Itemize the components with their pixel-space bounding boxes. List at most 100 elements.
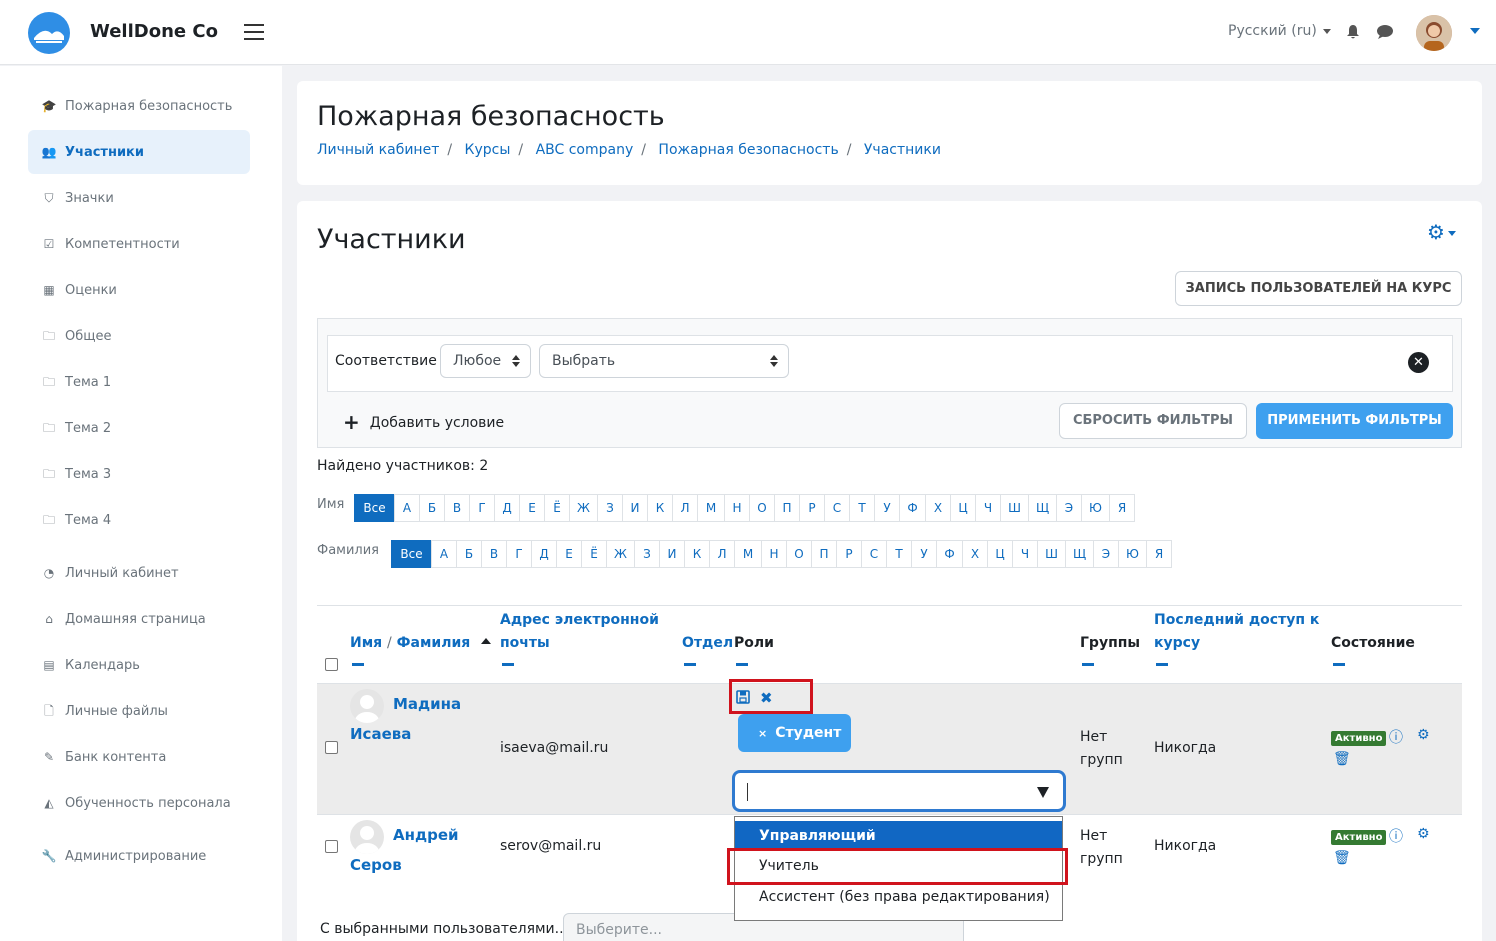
initial-letter-button[interactable]: У: [911, 540, 937, 568]
sidebar-item-topic-1[interactable]: 🗀 Тема 1: [28, 360, 250, 404]
language-menu[interactable]: Русский ‎(ru)‎: [1228, 23, 1331, 39]
initial-letter-button[interactable]: Ё: [581, 540, 607, 568]
sort-email-link[interactable]: Адрес электронной: [500, 612, 659, 628]
breadcrumb-course[interactable]: Пожарная безопасность: [658, 142, 838, 158]
collapse-groups-column-icon[interactable]: [1082, 663, 1094, 666]
initial-letter-button[interactable]: К: [647, 494, 673, 522]
initial-letter-button[interactable]: В: [444, 494, 470, 522]
initial-letter-button[interactable]: Х: [962, 540, 988, 568]
initial-letter-button[interactable]: А: [394, 494, 420, 522]
sort-firstname-link[interactable]: Имя: [350, 635, 382, 651]
sidebar-item-content-bank[interactable]: ✎ Банк контента: [28, 735, 250, 779]
initial-letter-button[interactable]: Г: [469, 494, 495, 522]
initial-letter-button[interactable]: Ё: [544, 494, 570, 522]
initial-letter-button[interactable]: Р: [836, 540, 862, 568]
sort-lastname-link[interactable]: Фамилия: [397, 635, 471, 651]
initial-letter-button[interactable]: Ц: [987, 540, 1013, 568]
sort-email-link-2[interactable]: почты: [500, 635, 550, 651]
breadcrumb-dashboard[interactable]: Личный кабинет: [317, 142, 439, 158]
role-search-input[interactable]: [732, 770, 1066, 812]
initial-letter-button[interactable]: И: [622, 494, 648, 522]
select-all-checkbox[interactable]: [325, 658, 338, 671]
initial-letter-button[interactable]: Л: [709, 540, 735, 568]
initial-letter-button[interactable]: О: [749, 494, 775, 522]
initial-letter-button[interactable]: Я: [1146, 540, 1172, 568]
initial-all-button[interactable]: Все: [354, 494, 395, 522]
initial-letter-button[interactable]: Ф: [899, 494, 926, 522]
sidebar-item-staff-training[interactable]: ◭ Обученность персонала: [28, 781, 250, 825]
initial-letter-button[interactable]: М: [697, 494, 725, 522]
initial-letter-button[interactable]: Ж: [569, 494, 598, 522]
column-header-last-access[interactable]: Последний доступ к курсу: [1154, 609, 1319, 655]
sidebar-item-topic-2[interactable]: 🗀 Тема 2: [28, 406, 250, 450]
initial-letter-button[interactable]: Ю: [1118, 540, 1147, 568]
initial-letter-button[interactable]: Л: [672, 494, 698, 522]
gear-icon[interactable]: ⚙: [1417, 727, 1430, 743]
sidebar-item-competencies[interactable]: ☑ Компетентности: [28, 222, 250, 266]
initial-letter-button[interactable]: Б: [419, 494, 445, 522]
initial-letter-button[interactable]: З: [634, 540, 660, 568]
user-lastname-link[interactable]: Исаева: [350, 719, 411, 749]
initial-letter-button[interactable]: П: [811, 540, 837, 568]
menu-toggle-icon[interactable]: [244, 24, 264, 40]
user-firstname-link[interactable]: Мадина: [393, 689, 461, 719]
initial-letter-button[interactable]: П: [774, 494, 800, 522]
row-select-checkbox[interactable]: [325, 741, 338, 754]
initial-letter-button[interactable]: Е: [519, 494, 545, 522]
filter-type-select[interactable]: Выбрать: [539, 344, 789, 378]
user-avatar[interactable]: [1416, 15, 1452, 51]
add-condition-button[interactable]: + Добавить условие: [343, 410, 504, 434]
user-lastname-link[interactable]: Серов: [350, 850, 402, 880]
user-picture[interactable]: [350, 820, 384, 854]
sidebar-item-participants[interactable]: 👥 Участники: [28, 130, 250, 174]
collapse-status-column-icon[interactable]: [1333, 663, 1345, 666]
user-picture[interactable]: [350, 689, 384, 723]
initial-letter-button[interactable]: Ч: [975, 494, 1001, 522]
initial-letter-button[interactable]: З: [597, 494, 623, 522]
collapse-department-column-icon[interactable]: [684, 663, 696, 666]
initial-letter-button[interactable]: Р: [799, 494, 825, 522]
enrol-users-button[interactable]: ЗАПИСЬ ПОЛЬЗОВАТЕЛЕЙ НА КУРС: [1175, 271, 1462, 306]
initial-letter-button[interactable]: Ч: [1012, 540, 1038, 568]
initial-letter-button[interactable]: Т: [849, 494, 875, 522]
breadcrumb-courses[interactable]: Курсы: [465, 142, 511, 158]
breadcrumb-participants[interactable]: Участники: [864, 142, 941, 158]
sidebar-item-topic-3[interactable]: 🗀 Тема 3: [28, 452, 250, 496]
sidebar-item-dashboard[interactable]: ◔ Личный кабинет: [28, 551, 250, 595]
match-select[interactable]: Любое: [440, 344, 531, 378]
trash-icon[interactable]: 🗑: [1333, 850, 1351, 866]
initial-letter-button[interactable]: И: [659, 540, 685, 568]
sidebar-item-calendar[interactable]: ▤ Календарь: [28, 643, 250, 687]
initial-letter-button[interactable]: Б: [456, 540, 482, 568]
initial-letter-button[interactable]: Щ: [1065, 540, 1094, 568]
sidebar-item-grades[interactable]: ▦ Оценки: [28, 268, 250, 312]
info-icon[interactable]: ⓘ: [1389, 826, 1403, 846]
trash-icon[interactable]: 🗑: [1333, 751, 1351, 767]
initial-letter-button[interactable]: Г: [506, 540, 532, 568]
initial-letter-button[interactable]: Н: [761, 540, 787, 568]
initial-letter-button[interactable]: Д: [494, 494, 520, 522]
initial-letter-button[interactable]: О: [786, 540, 812, 568]
brand-name[interactable]: WellDone Co: [90, 21, 218, 42]
sidebar-item-private-files[interactable]: 🗋 Личные файлы: [28, 689, 250, 733]
collapse-name-column-icon[interactable]: [352, 663, 364, 666]
collapse-last-access-column-icon[interactable]: [1156, 663, 1168, 666]
initial-all-button[interactable]: Все: [391, 540, 432, 568]
initial-letter-button[interactable]: Е: [556, 540, 582, 568]
initial-letter-button[interactable]: Ю: [1081, 494, 1110, 522]
initial-letter-button[interactable]: Ж: [606, 540, 635, 568]
sort-department-link[interactable]: Отдел: [682, 635, 733, 651]
reset-filters-button[interactable]: СБРОСИТЬ ФИЛЬТРЫ: [1059, 403, 1247, 439]
sidebar-item-topic-4[interactable]: 🗀 Тема 4: [28, 498, 250, 542]
initial-letter-button[interactable]: В: [481, 540, 507, 568]
sidebar-item-administration[interactable]: 🔧 Администрирование: [28, 834, 250, 878]
role-tag-student[interactable]: × Студент: [738, 714, 851, 752]
initial-letter-button[interactable]: Т: [886, 540, 912, 568]
breadcrumb-category[interactable]: ABC company: [536, 142, 634, 158]
initial-letter-button[interactable]: Х: [925, 494, 951, 522]
user-firstname-link[interactable]: Андрей: [393, 820, 459, 850]
collapse-roles-column-icon[interactable]: [736, 663, 748, 666]
sidebar-item-home[interactable]: ⌂ Домашняя страница: [28, 597, 250, 641]
sidebar-item-badges[interactable]: ⛉ Значки: [28, 176, 250, 220]
gear-icon[interactable]: ⚙: [1417, 826, 1430, 842]
